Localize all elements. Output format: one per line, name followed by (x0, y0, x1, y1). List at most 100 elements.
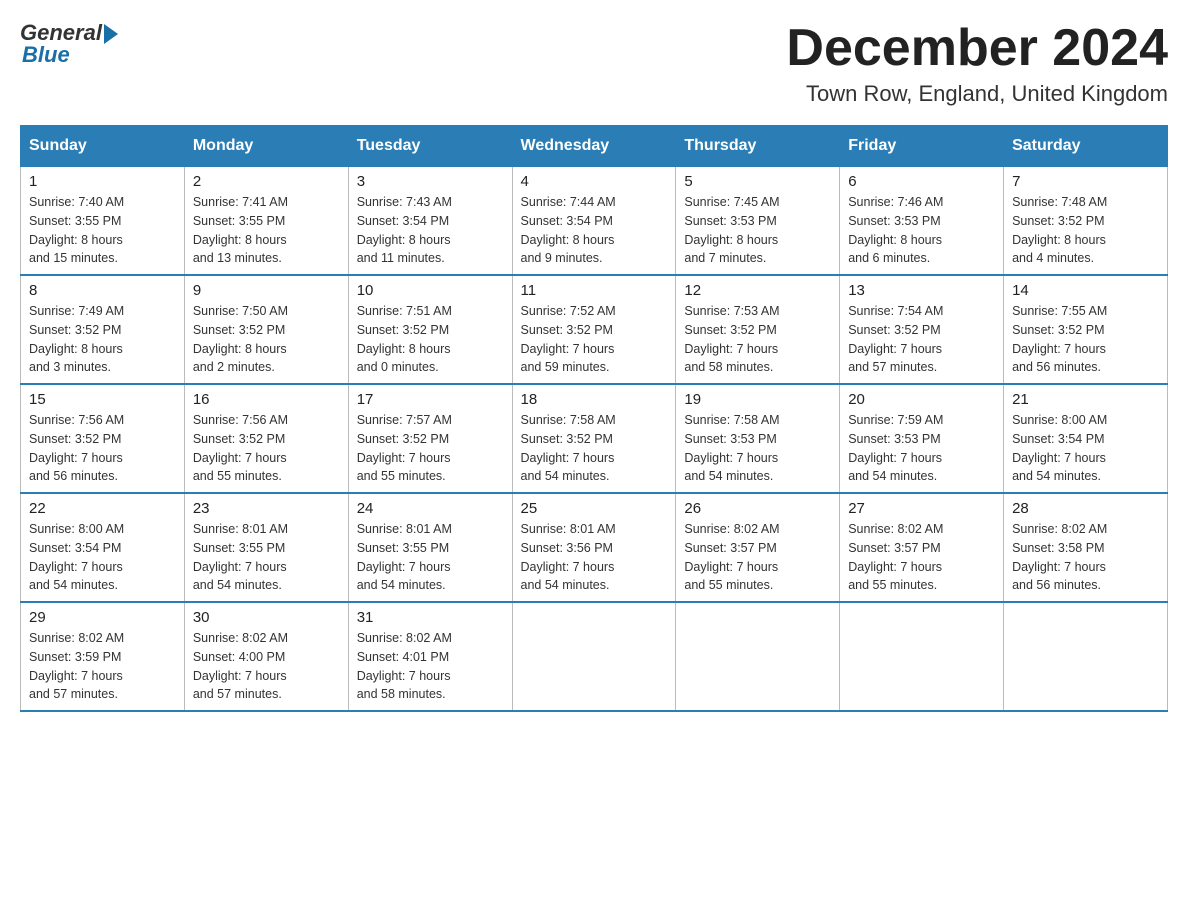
day-number: 23 (193, 500, 340, 517)
calendar-day-cell: 22Sunrise: 8:00 AM Sunset: 3:54 PM Dayli… (21, 493, 185, 602)
calendar-header-friday: Friday (840, 126, 1004, 166)
calendar-empty-cell (1004, 602, 1168, 711)
calendar-header-wednesday: Wednesday (512, 126, 676, 166)
day-info: Sunrise: 8:02 AM Sunset: 3:57 PM Dayligh… (684, 520, 831, 595)
calendar-day-cell: 31 Sunrise: 8:02 AM Sunset: 4:01 PM Dayli… (348, 602, 512, 711)
day-info: Sunrise: 8:02 AM Sunset: 4:00 PM Dayligh… (193, 629, 340, 704)
day-info: Sunrise: 7:46 AM Sunset: 3:53 PM Dayligh… (848, 193, 995, 268)
day-number: 27 (848, 500, 995, 517)
day-number: 26 (684, 500, 831, 517)
calendar-day-cell: 1Sunrise: 7:40 AM Sunset: 3:55 PM Daylig… (21, 166, 185, 275)
calendar-day-cell: 28Sunrise: 8:02 AM Sunset: 3:58 PM Dayli… (1004, 493, 1168, 602)
calendar-header-thursday: Thursday (676, 126, 840, 166)
calendar-empty-cell (676, 602, 840, 711)
day-info: Sunrise: 7:48 AM Sunset: 3:52 PM Dayligh… (1012, 193, 1159, 268)
calendar-day-cell: 9 Sunrise: 7:50 AM Sunset: 3:52 PM Daylig… (184, 275, 348, 384)
day-number: 3 (357, 173, 504, 190)
day-number: 8 (29, 282, 176, 299)
day-number: 6 (848, 173, 995, 190)
day-info: Sunrise: 8:02 AM Sunset: 4:01 PM Dayligh… (357, 629, 504, 704)
calendar-day-cell: 13Sunrise: 7:54 AM Sunset: 3:52 PM Dayli… (840, 275, 1004, 384)
calendar-day-cell: 21Sunrise: 8:00 AM Sunset: 3:54 PM Dayli… (1004, 384, 1168, 493)
calendar-day-cell: 15 Sunrise: 7:56 AM Sunset: 3:52 PM Dayli… (21, 384, 185, 493)
day-info: Sunrise: 7:56 AM Sunset: 3:52 PM Dayligh… (29, 411, 176, 486)
calendar-day-cell: 5Sunrise: 7:45 AM Sunset: 3:53 PM Daylig… (676, 166, 840, 275)
day-number: 16 (193, 391, 340, 408)
calendar-day-cell: 17 Sunrise: 7:57 AM Sunset: 3:52 PM Dayli… (348, 384, 512, 493)
day-info: Sunrise: 7:45 AM Sunset: 3:53 PM Dayligh… (684, 193, 831, 268)
day-number: 7 (1012, 173, 1159, 190)
calendar-header-sunday: Sunday (21, 126, 185, 166)
day-number: 9 (193, 282, 340, 299)
day-info: Sunrise: 8:01 AM Sunset: 3:56 PM Dayligh… (521, 520, 668, 595)
calendar-day-cell: 3 Sunrise: 7:43 AM Sunset: 3:54 PM Daylig… (348, 166, 512, 275)
calendar-day-cell: 10 Sunrise: 7:51 AM Sunset: 3:52 PM Dayli… (348, 275, 512, 384)
day-info: Sunrise: 8:01 AM Sunset: 3:55 PM Dayligh… (357, 520, 504, 595)
logo-arrow-icon (104, 24, 118, 44)
calendar-day-cell: 6 Sunrise: 7:46 AM Sunset: 3:53 PM Daylig… (840, 166, 1004, 275)
day-info: Sunrise: 7:58 AM Sunset: 3:53 PM Dayligh… (684, 411, 831, 486)
day-number: 11 (521, 282, 668, 299)
day-info: Sunrise: 7:51 AM Sunset: 3:52 PM Dayligh… (357, 302, 504, 377)
day-number: 2 (193, 173, 340, 190)
month-title: December 2024 (786, 20, 1168, 77)
day-number: 31 (357, 609, 504, 626)
calendar-week-row: 15 Sunrise: 7:56 AM Sunset: 3:52 PM Dayli… (21, 384, 1168, 493)
day-number: 10 (357, 282, 504, 299)
calendar-week-row: 8 Sunrise: 7:49 AM Sunset: 3:52 PM Daylig… (21, 275, 1168, 384)
calendar-day-cell: 27 Sunrise: 8:02 AM Sunset: 3:57 PM Dayli… (840, 493, 1004, 602)
calendar-day-cell: 26 Sunrise: 8:02 AM Sunset: 3:57 PM Dayli… (676, 493, 840, 602)
day-number: 30 (193, 609, 340, 626)
day-info: Sunrise: 7:40 AM Sunset: 3:55 PM Dayligh… (29, 193, 176, 268)
calendar-day-cell: 25 Sunrise: 8:01 AM Sunset: 3:56 PM Dayli… (512, 493, 676, 602)
calendar-header-monday: Monday (184, 126, 348, 166)
day-info: Sunrise: 7:49 AM Sunset: 3:52 PM Dayligh… (29, 302, 176, 377)
day-info: Sunrise: 8:00 AM Sunset: 3:54 PM Dayligh… (29, 520, 176, 595)
calendar-day-cell: 18 Sunrise: 7:58 AM Sunset: 3:52 PM Dayli… (512, 384, 676, 493)
day-info: Sunrise: 7:54 AM Sunset: 3:52 PM Dayligh… (848, 302, 995, 377)
day-number: 21 (1012, 391, 1159, 408)
calendar-day-cell: 30 Sunrise: 8:02 AM Sunset: 4:00 PM Dayli… (184, 602, 348, 711)
day-info: Sunrise: 7:58 AM Sunset: 3:52 PM Dayligh… (521, 411, 668, 486)
logo: General Blue (20, 20, 118, 68)
day-number: 4 (521, 173, 668, 190)
calendar-empty-cell (840, 602, 1004, 711)
calendar-day-cell: 14Sunrise: 7:55 AM Sunset: 3:52 PM Dayli… (1004, 275, 1168, 384)
day-number: 25 (521, 500, 668, 517)
location-title: Town Row, England, United Kingdom (786, 81, 1168, 107)
calendar-day-cell: 2Sunrise: 7:41 AM Sunset: 3:55 PM Daylig… (184, 166, 348, 275)
calendar-day-cell: 29 Sunrise: 8:02 AM Sunset: 3:59 PM Dayli… (21, 602, 185, 711)
day-info: Sunrise: 8:02 AM Sunset: 3:59 PM Dayligh… (29, 629, 176, 704)
day-number: 24 (357, 500, 504, 517)
day-number: 14 (1012, 282, 1159, 299)
calendar-day-cell: 24 Sunrise: 8:01 AM Sunset: 3:55 PM Dayli… (348, 493, 512, 602)
calendar-week-row: 22Sunrise: 8:00 AM Sunset: 3:54 PM Dayli… (21, 493, 1168, 602)
calendar-week-row: 1Sunrise: 7:40 AM Sunset: 3:55 PM Daylig… (21, 166, 1168, 275)
day-info: Sunrise: 8:02 AM Sunset: 3:57 PM Dayligh… (848, 520, 995, 595)
calendar-day-cell: 23 Sunrise: 8:01 AM Sunset: 3:55 PM Dayli… (184, 493, 348, 602)
day-info: Sunrise: 7:43 AM Sunset: 3:54 PM Dayligh… (357, 193, 504, 268)
day-number: 20 (848, 391, 995, 408)
title-block: December 2024 Town Row, England, United … (786, 20, 1168, 107)
calendar-header-saturday: Saturday (1004, 126, 1168, 166)
day-info: Sunrise: 8:01 AM Sunset: 3:55 PM Dayligh… (193, 520, 340, 595)
calendar-day-cell: 19Sunrise: 7:58 AM Sunset: 3:53 PM Dayli… (676, 384, 840, 493)
calendar-day-cell: 12Sunrise: 7:53 AM Sunset: 3:52 PM Dayli… (676, 275, 840, 384)
day-number: 28 (1012, 500, 1159, 517)
day-number: 18 (521, 391, 668, 408)
calendar-day-cell: 20 Sunrise: 7:59 AM Sunset: 3:53 PM Dayli… (840, 384, 1004, 493)
day-info: Sunrise: 7:50 AM Sunset: 3:52 PM Dayligh… (193, 302, 340, 377)
calendar-empty-cell (512, 602, 676, 711)
day-info: Sunrise: 7:52 AM Sunset: 3:52 PM Dayligh… (521, 302, 668, 377)
day-number: 17 (357, 391, 504, 408)
calendar-day-cell: 7 Sunrise: 7:48 AM Sunset: 3:52 PM Daylig… (1004, 166, 1168, 275)
day-number: 12 (684, 282, 831, 299)
day-info: Sunrise: 7:59 AM Sunset: 3:53 PM Dayligh… (848, 411, 995, 486)
day-number: 15 (29, 391, 176, 408)
day-info: Sunrise: 7:57 AM Sunset: 3:52 PM Dayligh… (357, 411, 504, 486)
day-info: Sunrise: 7:56 AM Sunset: 3:52 PM Dayligh… (193, 411, 340, 486)
day-number: 29 (29, 609, 176, 626)
calendar-day-cell: 11 Sunrise: 7:52 AM Sunset: 3:52 PM Dayli… (512, 275, 676, 384)
calendar-header-row: SundayMondayTuesdayWednesdayThursdayFrid… (21, 126, 1168, 166)
logo-blue-text: Blue (22, 42, 70, 68)
